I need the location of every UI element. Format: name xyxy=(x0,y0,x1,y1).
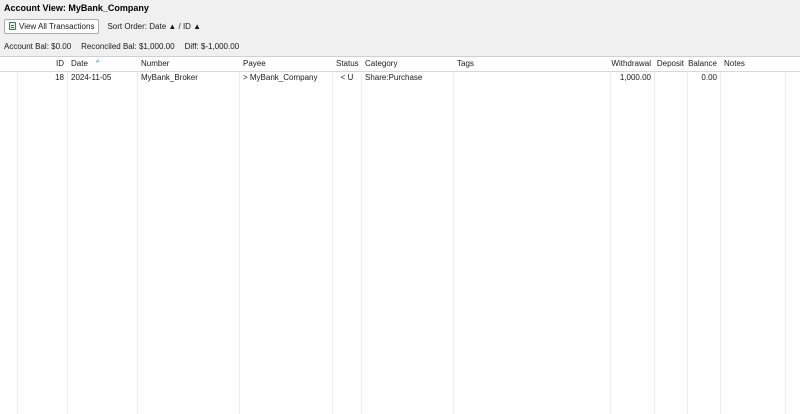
col-header-balance[interactable]: Balance xyxy=(688,57,720,71)
col-header-number[interactable]: Number xyxy=(138,57,238,71)
cell-tags xyxy=(454,71,610,85)
grid-header: ID Date ^ Number Payee Status Category T… xyxy=(0,57,800,72)
cell-date: 2024-11-05 xyxy=(71,73,112,82)
table-row[interactable]: 18 2024-11-05 MyBank_Broker > MyBank_Com… xyxy=(0,71,800,85)
balance-difference: Diff: $-1,000.00 xyxy=(184,42,240,51)
cell-balance: 0.00 xyxy=(701,73,717,82)
col-header-date[interactable]: Date xyxy=(68,57,98,71)
col-header-withdrawal[interactable]: Withdrawal xyxy=(611,57,654,71)
col-header-notes[interactable]: Notes xyxy=(721,57,785,71)
cell-notes xyxy=(721,71,785,85)
sort-order-label: Sort Order: Date ▲ / ID ▲ xyxy=(107,21,202,31)
col-header-tags[interactable]: Tags xyxy=(454,57,610,71)
toolbar: View All Transactions Sort Order: Date ▲… xyxy=(4,18,201,34)
ledger-icon xyxy=(9,22,16,30)
cell-deposit xyxy=(655,71,687,85)
window-title: Account View: MyBank_Company xyxy=(4,3,149,13)
summary-bar: Account Bal: $0.00 Reconciled Bal: $1,00… xyxy=(4,42,239,51)
cell-withdrawal: 1,000.00 xyxy=(619,73,651,82)
view-all-transactions-label: View All Transactions xyxy=(19,21,95,31)
cell-status: < U xyxy=(340,73,354,82)
cell-id: 18 xyxy=(55,73,64,82)
col-header-deposit[interactable]: Deposit xyxy=(655,57,687,71)
col-header-status[interactable]: Status xyxy=(333,57,361,71)
col-header-category[interactable]: Category xyxy=(362,57,453,71)
transactions-grid[interactable]: ID Date ^ Number Payee Status Category T… xyxy=(0,56,800,414)
view-all-transactions-button[interactable]: View All Transactions xyxy=(4,18,100,34)
cell-payee: > MyBank_Company xyxy=(243,73,318,82)
sort-ascending-icon: ^ xyxy=(96,60,100,67)
cell-number: MyBank_Broker xyxy=(141,73,198,82)
reconciled-balance: Reconciled Bal: $1,000.00 xyxy=(81,42,175,51)
col-header-id[interactable]: ID xyxy=(18,57,67,71)
col-header-payee[interactable]: Payee xyxy=(240,57,332,71)
cell-category: Share:Purchase xyxy=(365,73,423,82)
account-balance: Account Bal: $0.00 xyxy=(4,42,72,51)
